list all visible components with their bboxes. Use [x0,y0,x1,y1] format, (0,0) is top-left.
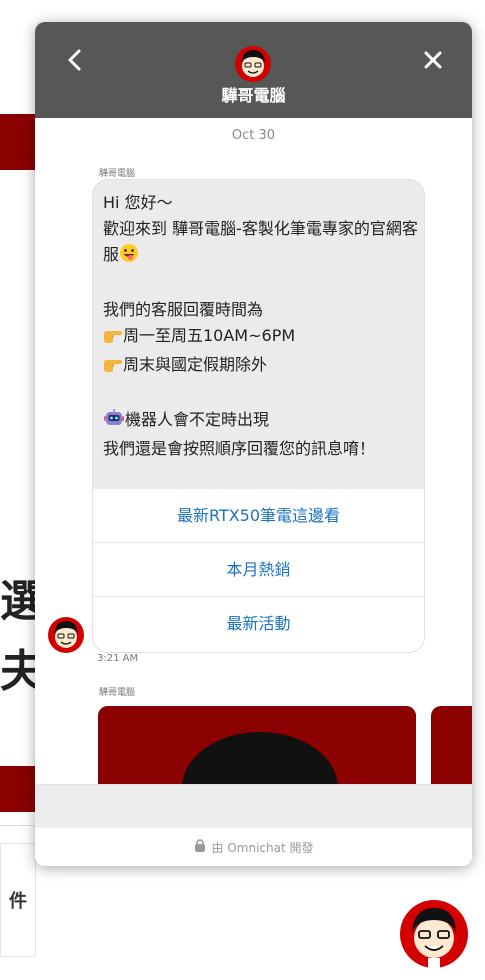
message-line: 周末與國定假期除外 [123,355,268,374]
sender-avatar [48,617,84,653]
background-card-text: 件 [9,891,27,912]
cartoon-avatar-icon [400,900,468,968]
close-icon [424,51,442,69]
robot-icon [103,408,125,436]
close-button[interactable] [419,46,447,74]
message-text: Hi 您好～ 歡迎來到 驊哥電腦-客製化筆電專家的官網客服 我們的客服回覆時間為… [103,190,419,462]
background-red-bar [0,766,36,812]
chat-header: 驊哥電腦 [35,22,472,118]
quick-reply-group: 最新RTX50筆電這邊看 本月熱銷 最新活動 [93,489,424,652]
message-input-area[interactable] [35,784,472,829]
message-line: 機器人會不定時出現 [125,410,270,429]
background-divider [0,825,36,826]
pointing-hand-icon [103,326,123,352]
message-line: 我們的客服回覆時間為 [103,300,264,319]
chat-widget: 驊哥電腦 Oct 30 驊哥電腦 Hi 您好～ 歡迎來到 驊哥電腦-客製化筆電專… [35,22,472,866]
message-line: 我們還是會按照順序回覆您的訊息唷！ [103,439,376,458]
date-separator: Oct 30 [231,128,276,143]
card-image [98,706,416,786]
powered-by[interactable]: 由 Omnichat 開發 [35,828,472,866]
background-card[interactable]: 件 [0,843,36,957]
chat-launcher-button[interactable] [400,900,468,968]
omnichat-logo-icon [194,838,206,856]
quick-reply-events-button[interactable]: 最新活動 [93,597,424,650]
cartoon-avatar-icon [48,617,84,653]
message-line: 周一至周五10AM~6PM [123,326,296,345]
quick-reply-rtx50-button[interactable]: 最新RTX50筆電這邊看 [93,489,424,543]
back-button[interactable] [61,46,89,74]
powered-by-text: 由 Omnichat 開發 [211,840,314,855]
message-bubble: Hi 您好～ 歡迎來到 驊哥電腦-客製化筆電專家的官網客服 我們的客服回覆時間為… [92,179,425,653]
message-line: Hi 您好～ [103,193,173,212]
chevron-left-icon [68,49,81,71]
pointing-hand-icon [103,355,123,381]
chat-title: 驊哥電腦 [221,86,286,105]
sender-name: 驊哥電腦 [99,688,136,698]
message-time: 3:21 AM [97,653,139,664]
carousel-card[interactable] [98,706,416,786]
sender-name: 驊哥電腦 [99,169,136,179]
carousel-card[interactable] [431,706,472,786]
message-line: 歡迎來到 驊哥電腦-客製化筆電專家的官網客服 [103,219,418,264]
brand-avatar [235,46,271,82]
grinning-tongue-emoji-icon [119,243,139,271]
cartoon-avatar-icon [235,46,271,82]
background-red-bar [0,114,36,170]
quick-reply-bestseller-button[interactable]: 本月熱銷 [93,543,424,597]
